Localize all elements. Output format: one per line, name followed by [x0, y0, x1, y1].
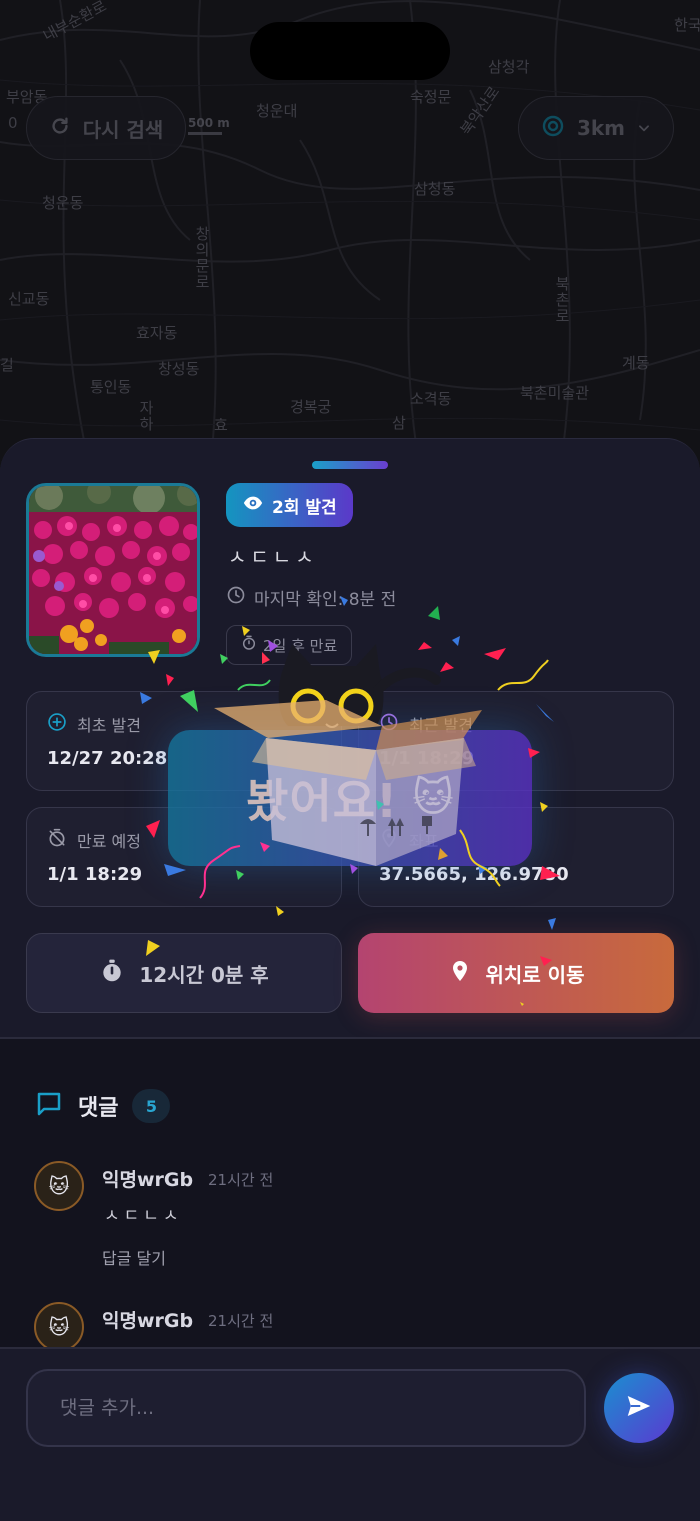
comment-input-bar — [0, 1347, 700, 1521]
chat-bubble-icon — [34, 1089, 64, 1123]
comment-time: 21시간 전 — [208, 1171, 274, 1189]
radar-icon — [541, 114, 565, 143]
coordinate-card: 좌표 37.5665, 126.9780 — [358, 807, 674, 907]
expire-card: 만료 예정 1/1 18:29 — [26, 807, 342, 907]
send-icon — [624, 1391, 654, 1425]
last-seen-row: 마지막 확인: 8분 전 — [226, 585, 396, 610]
timer-off-icon — [47, 828, 67, 852]
map-label: 창성동 — [158, 360, 200, 378]
map-label: 한국 — [674, 16, 700, 34]
post-photo[interactable] — [26, 483, 200, 657]
expire-chip: 2일 후 만료 — [226, 625, 353, 665]
map-view[interactable]: 내부순환로 한국 삼청각 부암동 청운대 숙정문 북악산로 0 삼청동 청운동 … — [0, 0, 700, 470]
refresh-icon — [49, 115, 71, 142]
seen-count-badge: 2회 발견 — [226, 483, 353, 527]
comment-time: 21시간 전 — [208, 1312, 274, 1330]
research-button[interactable]: 다시 검색 — [26, 96, 186, 160]
last-found-label: 최근 발견 — [409, 716, 473, 735]
detail-sheet: 2회 발견 ㅅㄷㄴㅅ 마지막 확인: 8분 전 2일 후 만료 최초 발견 12… — [0, 438, 700, 1521]
comment-text: ㅅㄷㄴㅅ — [104, 1206, 183, 1226]
expire-value: 1/1 18:29 — [47, 864, 143, 885]
map-label: 삼청동 — [414, 180, 456, 198]
map-scale-label: 500 m — [188, 116, 230, 130]
go-to-location-button[interactable]: 위치로 이동 — [358, 933, 674, 1013]
comments-title: 댓글 — [78, 1096, 119, 1121]
last-found-value: 1/1 18:29 — [379, 748, 475, 769]
flower-photo-image — [29, 486, 197, 654]
map-label: 북촌미술관 — [520, 384, 590, 402]
timer-icon — [241, 635, 257, 655]
camera-notch — [250, 22, 450, 80]
comments-count-badge: 5 — [132, 1089, 171, 1123]
map-label: 계동 — [622, 354, 650, 372]
last-found-card: 최근 발견 1/1 18:29 — [358, 691, 674, 791]
expire-label: 만료 예정 — [77, 832, 141, 851]
map-label: 자하 — [137, 400, 155, 432]
post-title: ㅅㄷㄴㅅ — [228, 545, 318, 569]
avatar[interactable]: 🐱 — [34, 1161, 84, 1211]
map-label: 삼 — [392, 414, 406, 432]
chevron-down-icon — [637, 116, 651, 140]
radius-label: 3km — [576, 116, 626, 140]
map-label: 소격동 — [410, 390, 452, 408]
last-seen-text: 마지막 확인: 8분 전 — [254, 590, 397, 610]
go-to-location-label: 위치로 이동 — [485, 962, 585, 987]
map-label: 효자동 — [136, 324, 178, 342]
eye-icon — [242, 492, 264, 519]
comments-section: 댓글 5 🐱 익명wrGb 21시간 전 ㅅㄷㄴㅅ 답글 달기 🐱 익명wrGb… — [0, 1039, 700, 1369]
map-label: 숙정문 — [410, 88, 452, 106]
first-found-value: 12/27 20:28 — [47, 748, 168, 769]
comment-input[interactable] — [26, 1369, 586, 1447]
coordinate-value: 37.5665, 126.9780 — [379, 864, 569, 885]
clock-icon — [379, 712, 399, 736]
pin-icon — [379, 828, 399, 852]
map-label: 북촌로 — [553, 276, 571, 324]
comment-author[interactable]: 익명wrGb — [102, 1165, 193, 1192]
map-label: 삼청각 — [488, 58, 530, 76]
map-label: 신교동 — [8, 290, 50, 308]
coordinate-label: 좌표 — [409, 832, 439, 851]
app-root: 내부순환로 한국 삼청각 부암동 청운대 숙정문 북악산로 0 삼청동 청운동 … — [0, 0, 700, 1521]
map-label: 통인동 — [90, 378, 132, 396]
clock-icon — [226, 585, 246, 610]
timer-button[interactable]: 12시간 0분 후 — [26, 933, 342, 1013]
first-found-card: 최초 발견 12/27 20:28 — [26, 691, 342, 791]
radius-dropdown[interactable]: 3km — [518, 96, 674, 160]
cat-avatar-icon: 🐱 — [48, 1315, 70, 1339]
map-label: 0 — [8, 114, 18, 132]
seen-count-label: 2회 발견 — [272, 497, 337, 518]
sheet-handle[interactable] — [312, 461, 388, 469]
location-pin-icon — [448, 959, 472, 988]
map-label: 청운동 — [42, 194, 84, 212]
map-label: 효 — [214, 416, 228, 434]
map-label: 청운대 — [256, 102, 298, 120]
comment-item: 🐱 익명wrGb 21시간 전 ㅅㄷㄴㅅ 답글 달기 — [34, 1161, 674, 1281]
comments-header: 댓글 5 — [34, 1089, 171, 1123]
map-label: 창의문로 — [193, 226, 211, 290]
reply-button[interactable]: 답글 달기 — [102, 1245, 166, 1269]
expire-chip-text: 2일 후 만료 — [263, 636, 338, 655]
map-label: 길 — [0, 356, 14, 374]
research-label: 다시 검색 — [82, 117, 164, 142]
send-button[interactable] — [604, 1373, 674, 1443]
avatar[interactable]: 🐱 — [34, 1302, 84, 1352]
map-label: 경복궁 — [290, 398, 332, 416]
comment-author[interactable]: 익명wrGb — [102, 1306, 193, 1333]
plus-circle-icon — [47, 712, 67, 736]
map-scale-bar — [188, 132, 222, 135]
first-found-label: 최초 발견 — [77, 716, 141, 735]
stopwatch-icon — [99, 958, 125, 989]
cat-avatar-icon: 🐱 — [48, 1174, 70, 1198]
timer-label: 12시간 0분 후 — [139, 962, 269, 987]
